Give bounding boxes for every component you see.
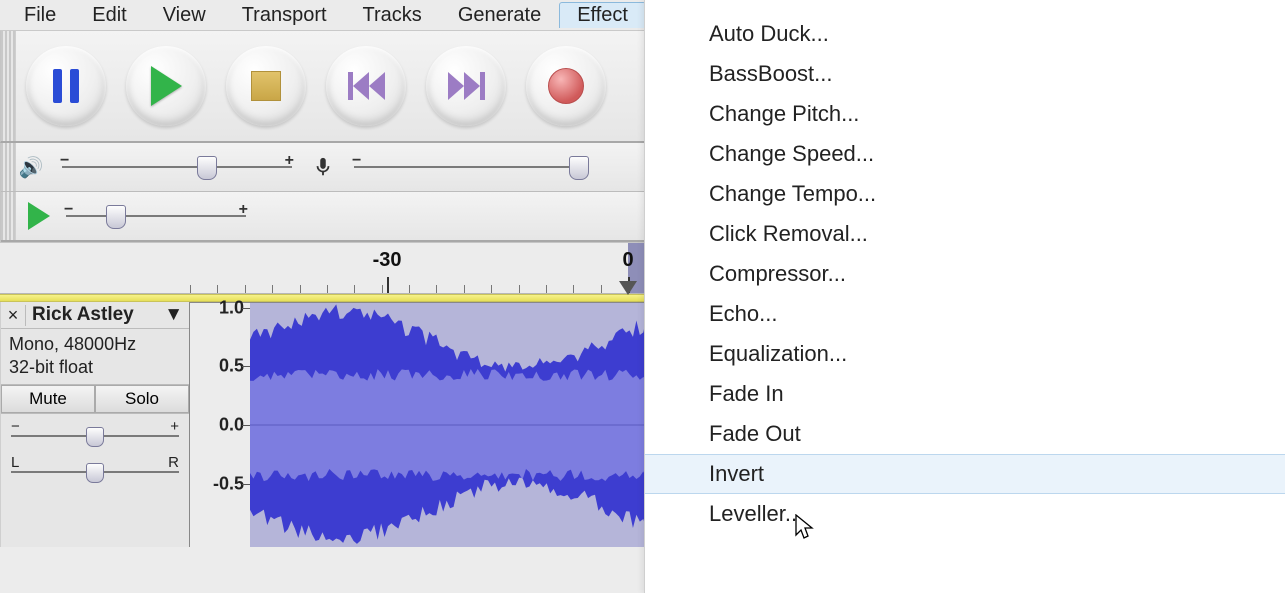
menu-edit[interactable]: Edit — [74, 2, 144, 29]
menu-tracks[interactable]: Tracks — [345, 2, 440, 29]
amplitude-scale: 1.00.50.0-0.5 — [190, 303, 251, 547]
pause-icon — [53, 69, 79, 103]
solo-button[interactable]: Solo — [95, 385, 189, 413]
record-button[interactable] — [526, 46, 606, 126]
effect-item-echo[interactable]: Echo... — [645, 294, 1285, 334]
mute-button[interactable]: Mute — [1, 385, 95, 413]
gain-plus-label: + — [170, 418, 179, 435]
track-header: × Rick Astley ▼ Mono, 48000Hz 32-bit flo… — [0, 302, 190, 547]
menu-transport[interactable]: Transport — [224, 2, 345, 29]
effect-dropdown-menu: Auto Duck...BassBoost...Change Pitch...C… — [644, 0, 1285, 593]
speaker-icon: 🔊 — [16, 152, 46, 182]
microphone-icon — [308, 152, 338, 182]
record-icon — [548, 68, 584, 104]
effect-item-equalization[interactable]: Equalization... — [645, 334, 1285, 374]
output-volume-slider[interactable]: −+ — [62, 158, 292, 176]
stop-button[interactable] — [226, 46, 306, 126]
skip-start-button[interactable] — [326, 46, 406, 126]
skip-start-icon — [348, 72, 385, 100]
gain-minus-label: − — [11, 418, 20, 435]
track-bitdepth-label: 32-bit float — [9, 356, 181, 379]
pan-left-label: L — [11, 454, 19, 471]
play-at-speed-icon[interactable] — [28, 202, 50, 230]
skip-end-button[interactable] — [426, 46, 506, 126]
track-name-dropdown[interactable]: Rick Astley ▼ — [26, 304, 189, 326]
track-gain-slider[interactable]: − + — [11, 422, 179, 450]
track-pan-slider[interactable]: L R — [11, 458, 179, 486]
toolbar-grip[interactable] — [1, 143, 16, 191]
menu-generate[interactable]: Generate — [440, 2, 559, 29]
effect-item-fade-in[interactable]: Fade In — [645, 374, 1285, 414]
play-icon — [151, 66, 182, 106]
effect-item-change-tempo[interactable]: Change Tempo... — [645, 174, 1285, 214]
track-info: Mono, 48000Hz 32-bit float — [1, 329, 189, 384]
toolbar-grip[interactable] — [1, 192, 16, 240]
effect-item-compressor[interactable]: Compressor... — [645, 254, 1285, 294]
chevron-down-icon: ▼ — [164, 304, 183, 326]
effect-item-leveller[interactable]: Leveller... — [645, 494, 1285, 534]
menu-view[interactable]: View — [145, 2, 224, 29]
input-volume-slider[interactable]: −+ — [354, 158, 584, 176]
pan-right-label: R — [168, 454, 179, 471]
playback-speed-slider[interactable]: −+ — [66, 207, 246, 225]
track-close-button[interactable]: × — [1, 305, 26, 326]
effect-item-click-removal[interactable]: Click Removal... — [645, 214, 1285, 254]
skip-end-icon — [448, 72, 485, 100]
pause-button[interactable] — [26, 46, 106, 126]
stop-icon — [251, 71, 281, 101]
menu-effect[interactable]: Effect — [559, 2, 646, 28]
track-format-label: Mono, 48000Hz — [9, 333, 181, 356]
track-name-label: Rick Astley — [32, 304, 134, 326]
menu-file[interactable]: File — [6, 2, 74, 29]
effect-item-invert[interactable]: Invert — [645, 454, 1285, 494]
toolbar-grip[interactable] — [1, 31, 16, 141]
play-button[interactable] — [126, 46, 206, 126]
effect-item-auto-duck[interactable]: Auto Duck... — [645, 14, 1285, 54]
effect-item-change-pitch[interactable]: Change Pitch... — [645, 94, 1285, 134]
effect-item-bassboost[interactable]: BassBoost... — [645, 54, 1285, 94]
effect-item-fade-out[interactable]: Fade Out — [645, 414, 1285, 454]
effect-item-change-speed[interactable]: Change Speed... — [645, 134, 1285, 174]
